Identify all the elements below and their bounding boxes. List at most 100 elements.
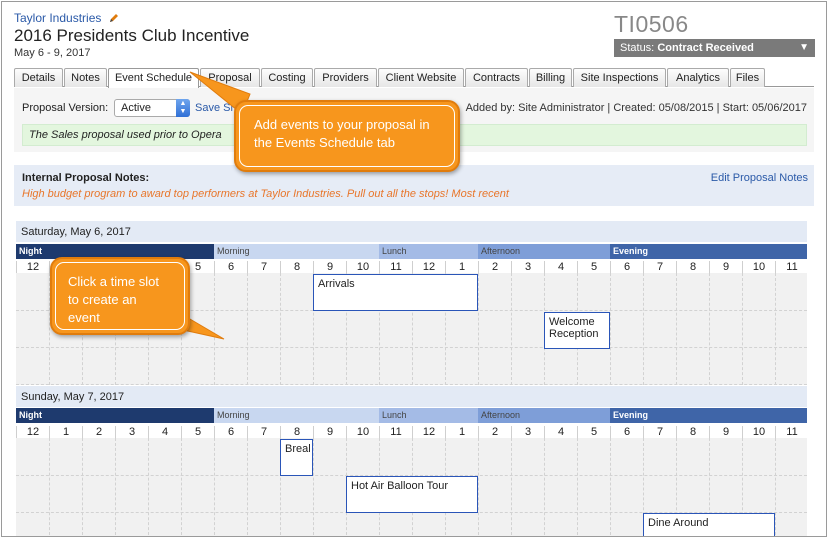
- status-label: Status:: [620, 42, 655, 54]
- tab-contracts[interactable]: Contracts: [465, 68, 528, 87]
- tab-files[interactable]: Files: [730, 68, 765, 87]
- grid-line: [313, 438, 314, 536]
- hour-cell: 6: [214, 426, 247, 438]
- event-block[interactable]: Welcome Reception: [544, 312, 610, 349]
- hour-row-sunday: 12 1 2 3 4 5 6 7 8 9 10 11 12 1 2 3 4 5 6 7 8 9 10 11: [16, 426, 807, 438]
- tab-notes[interactable]: Notes: [64, 68, 107, 87]
- grid-line: [214, 273, 215, 385]
- hour-cell: 12: [412, 426, 445, 438]
- tab-event-schedule[interactable]: Event Schedule: [108, 68, 199, 88]
- proposal-note-text: The Sales proposal used prior to Opera: [29, 129, 222, 141]
- tab-proposal[interactable]: Proposal: [200, 68, 260, 87]
- grid-line: [577, 438, 578, 536]
- tab-costing[interactable]: Costing: [261, 68, 313, 87]
- segment-afternoon: Afternoon: [478, 244, 610, 259]
- hour-cell: 6: [214, 261, 247, 273]
- grid-line: [214, 438, 215, 536]
- status-value: Contract Received: [657, 42, 754, 54]
- company-link[interactable]: Taylor Industries: [14, 11, 119, 25]
- internal-notes-text: High budget program to award top perform…: [22, 188, 509, 200]
- save-link[interactable]: Save Sh: [195, 102, 237, 114]
- hour-cell: 11: [775, 426, 808, 438]
- hour-cell: 10: [346, 426, 379, 438]
- tab-site-inspections[interactable]: Site Inspections: [573, 68, 666, 87]
- hour-cell: 4: [544, 261, 577, 273]
- grid-line: [49, 438, 50, 536]
- callout-time-slot: Click a time slot to create an event: [50, 257, 190, 335]
- edit-proposal-notes-link[interactable]: Edit Proposal Notes: [711, 172, 808, 184]
- grid-line: [478, 273, 479, 385]
- callout-events-tab-text: Add events to your proposal in the Event…: [239, 105, 455, 167]
- hour-cell: 12: [16, 261, 49, 273]
- tab-providers[interactable]: Providers: [314, 68, 377, 87]
- event-block[interactable]: Arrivals: [313, 274, 478, 311]
- grid-line: [148, 438, 149, 536]
- hour-cell: 1: [49, 426, 82, 438]
- segment-lunch: Lunch: [379, 244, 478, 259]
- proposal-version-value: Active: [121, 102, 151, 114]
- app-window: Taylor Industries 2016 Presidents Club I…: [1, 1, 827, 537]
- hour-cell: 7: [247, 261, 280, 273]
- select-arrows-icon[interactable]: ▲ ▼: [176, 99, 190, 117]
- grid-line: [742, 273, 743, 385]
- hour-cell: 12: [412, 261, 445, 273]
- hour-cell: 3: [511, 261, 544, 273]
- company-name[interactable]: Taylor Industries: [14, 11, 101, 25]
- hour-cell: 10: [742, 426, 775, 438]
- program-code: TI0506: [614, 11, 689, 37]
- grid-line: [544, 438, 545, 536]
- tab-details[interactable]: Details: [14, 68, 63, 87]
- program-dates: May 6 - 9, 2017: [14, 47, 91, 59]
- event-block[interactable]: Breal: [280, 439, 313, 476]
- hour-cell: 8: [280, 426, 313, 438]
- grid-line: [82, 438, 83, 536]
- segment-morning: Morning: [214, 408, 379, 423]
- hour-cell: 1: [445, 261, 478, 273]
- hour-cell: 2: [478, 261, 511, 273]
- hour-cell: 8: [676, 426, 709, 438]
- hour-cell: 1: [445, 426, 478, 438]
- grid-line: [709, 273, 710, 385]
- grid-line: [610, 438, 611, 536]
- hour-cell: 10: [742, 261, 775, 273]
- hour-cell: 5: [577, 426, 610, 438]
- proposal-version-select[interactable]: Active ▲ ▼: [114, 99, 190, 117]
- hour-cell: 7: [643, 261, 676, 273]
- hour-cell: 4: [148, 426, 181, 438]
- added-info: Added by: Site Administrator | Created: …: [465, 102, 807, 114]
- hour-cell: 9: [709, 426, 742, 438]
- hour-cell: 11: [775, 261, 808, 273]
- event-block[interactable]: Hot Air Balloon Tour: [346, 476, 478, 513]
- pencil-icon[interactable]: [109, 13, 119, 23]
- chevron-down-icon[interactable]: ▼: [799, 42, 809, 53]
- grid-line: [643, 273, 644, 385]
- tab-bar: Details Notes Event Schedule Proposal Co…: [14, 68, 814, 88]
- grid-line: [280, 273, 281, 385]
- segment-evening: Evening: [610, 408, 807, 423]
- tab-billing[interactable]: Billing: [529, 68, 572, 87]
- tab-client-website[interactable]: Client Website: [378, 68, 464, 87]
- page-title: 2016 Presidents Club Incentive: [14, 26, 250, 45]
- hour-cell: 8: [280, 261, 313, 273]
- tab-analytics[interactable]: Analytics: [667, 68, 729, 87]
- hour-cell: 8: [676, 261, 709, 273]
- grid-line: [511, 273, 512, 385]
- hour-cell: 7: [643, 426, 676, 438]
- hour-cell: 5: [577, 261, 610, 273]
- grid-line: [16, 384, 807, 385]
- grid-line: [115, 438, 116, 536]
- callout-events-tab: Add events to your proposal in the Event…: [234, 100, 460, 172]
- hour-cell: 9: [313, 261, 346, 273]
- grid-line: [610, 273, 611, 385]
- grid-line: [247, 438, 248, 536]
- hour-cell: 2: [82, 426, 115, 438]
- event-block[interactable]: Dine Around: [643, 513, 775, 536]
- grid-line: [16, 347, 807, 348]
- status-dropdown[interactable]: Status: Contract Received ▼: [614, 39, 815, 57]
- grid-line: [478, 438, 479, 536]
- hour-cell: 3: [511, 426, 544, 438]
- grid-line: [511, 438, 512, 536]
- hour-cell: 7: [247, 426, 280, 438]
- segment-evening: Evening: [610, 244, 807, 259]
- grid-line: [247, 273, 248, 385]
